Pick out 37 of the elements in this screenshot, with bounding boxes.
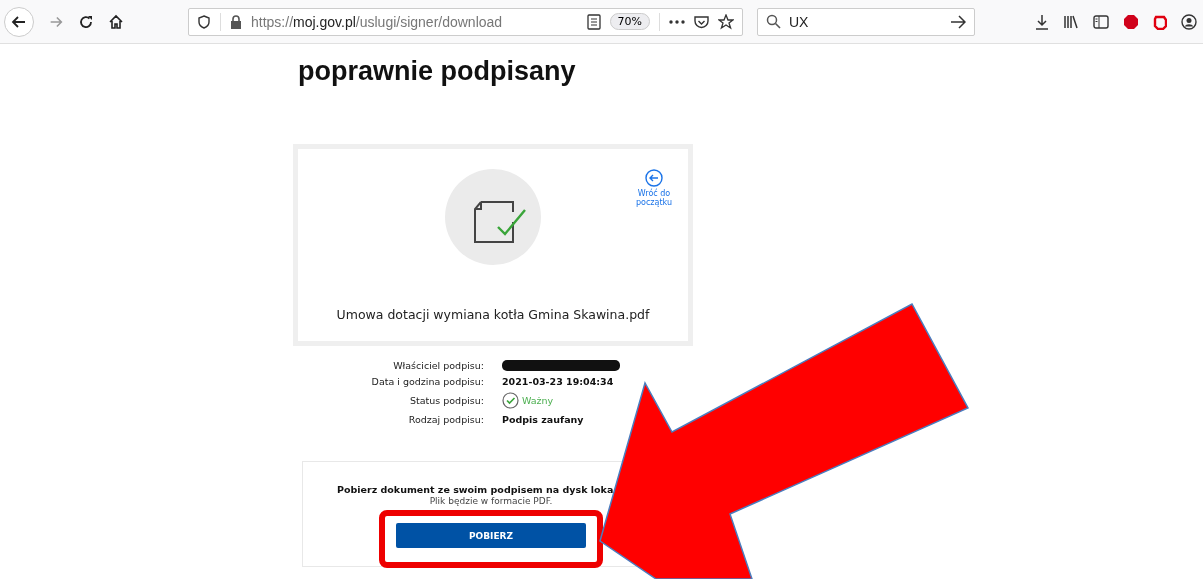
detail-label: Data i godzina podpisu:	[371, 376, 484, 387]
search-field[interactable]: UX	[757, 7, 975, 36]
page-heading: poprawnie podpisany	[298, 56, 576, 87]
back-button[interactable]	[4, 6, 34, 37]
format-note: Plik będzie w formacie PDF.	[429, 496, 553, 506]
lock-icon	[230, 14, 242, 29]
detail-value: Podpis zaufany	[502, 414, 584, 425]
search-icon	[766, 14, 781, 29]
zoom-badge[interactable]: 70%	[609, 13, 650, 30]
check-circle-icon	[502, 392, 519, 409]
status-value: Ważny	[522, 395, 554, 406]
account-icon[interactable]	[1181, 13, 1197, 30]
sidebar-icon[interactable]	[1093, 14, 1109, 29]
home-icon[interactable]	[108, 13, 124, 30]
detail-label: Status podpisu:	[410, 395, 484, 406]
download-icon[interactable]	[1035, 13, 1049, 30]
adblock-icon[interactable]	[1123, 13, 1139, 30]
download-description: Pobierz dokument ze swoim podpisem na dysk loka	[337, 484, 614, 495]
url-text: https://moj.gov.pl/uslugi/signer/download	[251, 13, 503, 30]
back-circle-icon[interactable]	[645, 169, 663, 187]
shield-icon[interactable]	[197, 14, 211, 29]
more-icon[interactable]	[669, 19, 685, 24]
bookmark-star-icon[interactable]	[718, 13, 734, 30]
detail-value: 2021-03-23 19:04:34	[502, 376, 614, 387]
download-button[interactable]: POBIERZ	[396, 523, 586, 548]
go-arrow-icon[interactable]	[950, 14, 966, 29]
address-bar[interactable]: https://moj.gov.pl/uslugi/signer/download 70%	[188, 7, 743, 36]
signed-document-icon	[445, 169, 541, 265]
reader-view-icon[interactable]	[586, 13, 601, 30]
detail-label: Rodzaj podpisu:	[408, 414, 484, 425]
library-icon[interactable]	[1063, 14, 1079, 29]
hand-stop-icon[interactable]	[1153, 13, 1167, 30]
reload-icon[interactable]	[78, 13, 94, 30]
detail-label: Właściciel podpisu:	[393, 360, 484, 371]
pocket-icon[interactable]	[694, 14, 709, 29]
file-name: Umowa dotacji wymiana kotła Gmina Skawina.pdf	[336, 307, 650, 322]
back-to-start-link[interactable]: Wróć do początku	[634, 169, 674, 207]
